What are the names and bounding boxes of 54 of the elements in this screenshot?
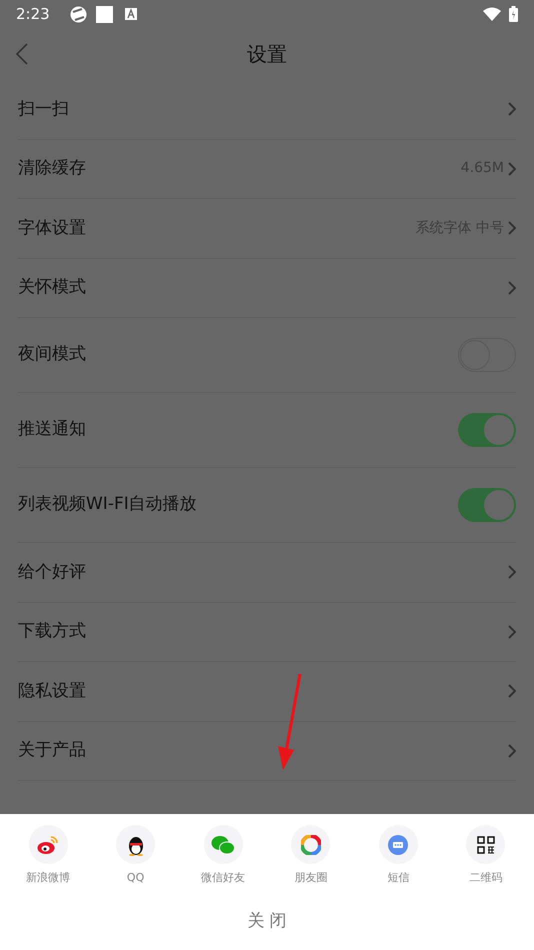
- setting-label: 关怀模式: [18, 276, 87, 299]
- status-time: 2:23: [16, 4, 50, 25]
- setting-label: 隐私设置: [18, 680, 87, 702]
- weibo-icon: [37, 834, 59, 854]
- font-icon: [124, 8, 137, 20]
- setting-label: 给个好评: [18, 560, 87, 584]
- chevron-icon: [508, 684, 516, 698]
- setting-label: 字体设置: [18, 216, 87, 240]
- share-label: 微信好友: [201, 870, 246, 886]
- close-button[interactable]: 关 闭: [237, 908, 297, 934]
- chat-bubbles-icon: [211, 834, 236, 854]
- aperture-icon: [300, 834, 321, 854]
- settings-row[interactable]: 下载方式: [18, 602, 516, 662]
- settings-row[interactable]: 给个好评: [18, 543, 516, 602]
- chevron-icon: [508, 744, 516, 758]
- setting-label: 列表视频WI-FI自动播放: [18, 493, 198, 516]
- back-icon[interactable]: [16, 43, 28, 65]
- chevron-icon: [508, 221, 516, 236]
- battery-icon: [509, 6, 518, 22]
- share-target[interactable]: 二维码: [450, 825, 522, 886]
- wifi-icon: [483, 7, 501, 21]
- share-label: 二维码: [469, 870, 502, 886]
- setting-label: 下载方式: [18, 620, 87, 643]
- share-label: 朋友圈: [294, 870, 328, 886]
- setting-label: 夜间模式: [18, 343, 87, 366]
- toggle-switch[interactable]: [458, 488, 516, 522]
- setting-label: 推送通知: [18, 418, 87, 442]
- settings-row[interactable]: 夜间模式: [18, 318, 516, 393]
- share-label: 短信: [387, 870, 410, 886]
- chevron-icon: [508, 565, 516, 580]
- square-icon: [96, 6, 113, 22]
- settings-row[interactable]: 扫一扫: [18, 80, 516, 140]
- chevron-icon: [508, 102, 516, 116]
- settings-row[interactable]: 关怀模式: [18, 258, 516, 318]
- toggle-switch[interactable]: [458, 413, 516, 447]
- message-icon: [387, 834, 410, 856]
- share-target[interactable]: 新浪微博: [12, 825, 84, 886]
- share-label: 新浪微博: [26, 870, 70, 886]
- setting-label: 清除缓存: [18, 157, 87, 180]
- setting-label: 关于产品: [18, 739, 87, 762]
- page-title: 设置: [247, 41, 287, 68]
- qr-code-icon: [476, 836, 495, 854]
- chevron-icon: [508, 624, 516, 639]
- share-target[interactable]: QQ: [100, 825, 172, 886]
- settings-row[interactable]: 隐私设置: [18, 662, 516, 722]
- settings-row[interactable]: 列表视频WI-FI自动播放: [18, 468, 516, 543]
- setting-label: 扫一扫: [18, 98, 70, 120]
- share-target[interactable]: 短信: [362, 825, 434, 886]
- share-target[interactable]: 微信好友: [187, 825, 260, 886]
- chevron-icon: [508, 280, 516, 295]
- chevron-icon: [508, 162, 516, 176]
- share-label: QQ: [126, 870, 144, 886]
- share-target[interactable]: 朋友圈: [274, 825, 347, 886]
- settings-row[interactable]: 推送通知: [18, 393, 516, 468]
